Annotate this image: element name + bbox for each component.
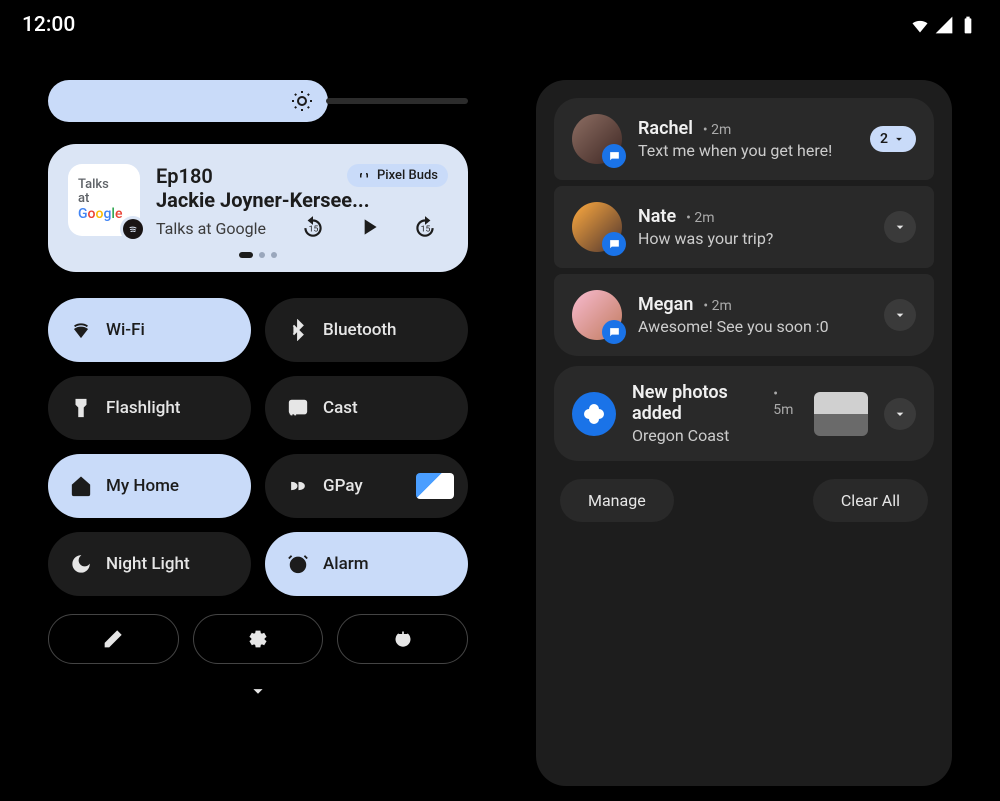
tile-label: Alarm [323,554,369,574]
notification-rachel[interactable]: Rachel 2m Text me when you get here! 2 [554,98,934,180]
home-tile[interactable]: My Home [48,454,251,518]
media-player-card[interactable]: Talks at Google Ep180 Pixel Buds [48,144,468,272]
messages-app-icon [602,144,626,168]
notification-time: 2m [686,210,714,226]
settings-button[interactable] [193,614,324,664]
photos-app-icon [572,392,616,436]
notification-sender: Nate [638,206,676,227]
edit-tiles-button[interactable] [48,614,179,664]
tile-label: Flashlight [106,398,180,418]
notification-sender: Megan [638,294,693,315]
quick-settings-panel: Talks at Google Ep180 Pixel Buds [48,80,468,801]
brightness-track [326,98,468,104]
svg-text:15: 15 [309,224,319,234]
expand-handle[interactable] [48,680,468,702]
media-episode: Ep180 [156,164,213,188]
wifi-icon [70,319,92,341]
bluetooth-icon [287,319,309,341]
tile-label: Wi-Fi [106,320,145,340]
notification-nate[interactable]: Nate 2m How was your trip? [554,186,934,268]
expand-notification-button[interactable] [884,398,916,430]
tile-label: My Home [106,476,179,496]
brightness-fill [48,80,328,122]
photo-thumbnail [814,392,868,436]
night-light-tile[interactable]: Night Light [48,532,251,596]
battery-icon [958,15,978,35]
chevron-down-icon [892,132,906,146]
chevron-down-icon [247,680,269,702]
notification-time: 2m [703,122,731,138]
tile-label: GPay [323,476,363,496]
flashlight-icon [70,397,92,419]
status-icons [910,15,978,35]
notification-sender: Rachel [638,118,693,139]
manage-button[interactable]: Manage [560,479,674,522]
notification-time: 2m [703,298,731,314]
tile-label: Night Light [106,554,190,574]
power-icon [393,629,413,649]
tile-label: Cast [323,398,358,418]
clear-all-button[interactable]: Clear All [813,479,928,522]
notification-footer: Manage Clear All [554,479,934,522]
notification-text: Oregon Coast [632,426,798,445]
notification-panel: Rachel 2m Text me when you get here! 2 [536,80,952,786]
gpay-icon [287,475,309,497]
tile-label: Bluetooth [323,320,397,340]
media-artwork: Talks at Google [68,164,140,236]
pencil-icon [103,629,123,649]
messages-app-icon [602,232,626,256]
bluetooth-tile[interactable]: Bluetooth [265,298,468,362]
message-notification-group: Rachel 2m Text me when you get here! 2 [554,98,934,356]
cast-tile[interactable]: Cast [265,376,468,440]
wifi-tile[interactable]: Wi-Fi [48,298,251,362]
notification-count-badge[interactable]: 2 [870,126,916,152]
pagination-dots[interactable] [68,252,448,258]
brightness-slider[interactable] [48,80,468,122]
avatar [572,114,622,164]
gpay-tile[interactable]: GPay [265,454,468,518]
output-selector[interactable]: Pixel Buds [347,164,448,187]
media-source: Talks at Google [156,219,266,238]
cast-icon [287,397,309,419]
rewind-15-button[interactable]: 15 [300,214,326,240]
quick-settings-tiles: Wi-Fi Bluetooth Flashlight Cast My Home … [48,298,468,596]
alarm-icon [287,553,309,575]
power-button[interactable] [337,614,468,664]
expand-notification-button[interactable] [884,211,916,243]
earbuds-icon [357,170,371,182]
home-icon [70,475,92,497]
notification-title: New photos added [632,382,763,424]
avatar [572,202,622,252]
gpay-card-thumb [416,473,454,499]
qs-footer-buttons [48,614,468,664]
expand-notification-button[interactable] [884,299,916,331]
media-title: Jackie Joyner-Kersee... [156,188,448,212]
notification-text: How was your trip? [638,229,868,248]
wifi-icon [910,15,930,35]
messages-app-icon [602,320,626,344]
status-time: 12:00 [22,13,75,37]
alarm-tile[interactable]: Alarm [265,532,468,596]
notification-photos[interactable]: New photos added 5m Oregon Coast [554,366,934,461]
flashlight-tile[interactable]: Flashlight [48,376,251,440]
notification-megan[interactable]: Megan 2m Awesome! See you soon :0 [554,274,934,356]
chevron-down-icon [892,307,908,323]
notification-text: Awesome! See you soon :0 [638,317,868,336]
spotify-icon [120,216,146,242]
forward-15-button[interactable]: 15 [412,214,438,240]
status-bar: 12:00 [0,0,1000,50]
chevron-down-icon [892,406,908,422]
notification-text: Text me when you get here! [638,141,854,160]
signal-icon [934,15,954,35]
notification-time: 5m [773,386,798,418]
brightness-icon [290,89,314,113]
media-info: Ep180 Pixel Buds Jackie Joyner-Kersee...… [156,164,448,240]
chevron-down-icon [892,219,908,235]
moon-icon [70,553,92,575]
gear-icon [248,629,268,649]
svg-text:15: 15 [421,224,431,234]
play-button[interactable] [356,214,382,240]
avatar [572,290,622,340]
